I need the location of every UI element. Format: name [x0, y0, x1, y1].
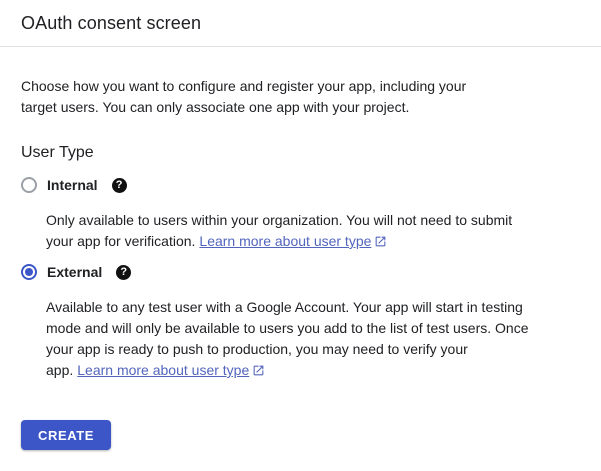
help-icon[interactable]: ?: [112, 178, 127, 193]
radio-label-external[interactable]: External: [47, 264, 102, 280]
learn-more-link-label[interactable]: Learn more about user type: [199, 233, 371, 249]
user-type-heading: User Type: [21, 144, 561, 162]
oauth-consent-page: OAuth consent screen Choose how you want…: [0, 0, 601, 471]
radio-button-external[interactable]: [21, 264, 37, 280]
radio-label-internal[interactable]: Internal: [47, 177, 98, 193]
learn-more-link-internal[interactable]: Learn more about user type: [199, 233, 371, 249]
external-link-icon: [252, 364, 265, 377]
internal-description: Only available to users within your orga…: [46, 210, 516, 252]
radio-option-internal[interactable]: Internal ?: [21, 177, 561, 193]
help-icon[interactable]: ?: [116, 265, 131, 280]
radio-button-internal[interactable]: [21, 177, 37, 193]
learn-more-link-external[interactable]: Learn more about user type: [77, 362, 249, 378]
radio-option-external[interactable]: External ?: [21, 264, 561, 280]
page-title: OAuth consent screen: [21, 13, 201, 34]
page-header: OAuth consent screen: [0, 0, 601, 47]
create-button[interactable]: CREATE: [21, 420, 111, 450]
intro-text: Choose how you want to configure and reg…: [21, 76, 503, 118]
external-description: Available to any test user with a Google…: [46, 297, 546, 381]
external-link-icon: [374, 235, 387, 248]
learn-more-link-label[interactable]: Learn more about user type: [77, 362, 249, 378]
content-area: Choose how you want to configure and reg…: [0, 76, 601, 450]
